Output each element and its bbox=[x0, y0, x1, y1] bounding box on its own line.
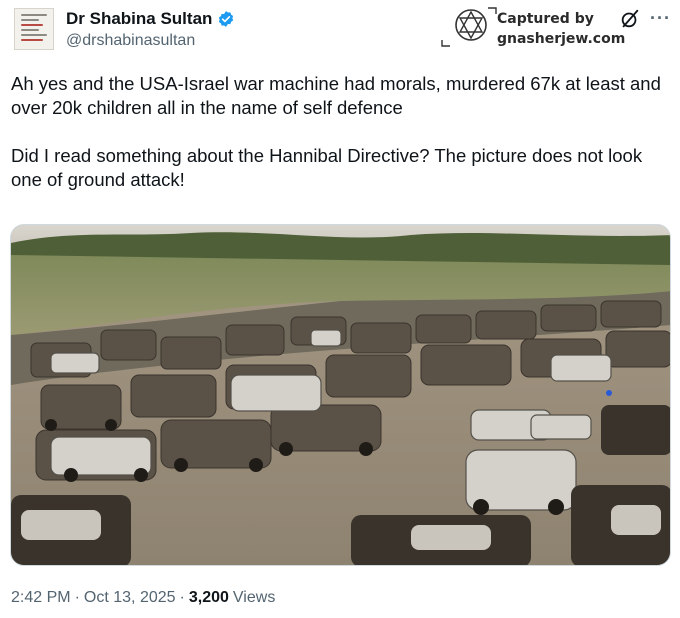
grok-icon[interactable] bbox=[619, 8, 641, 30]
author-handle[interactable]: @drshabinasultan bbox=[66, 32, 195, 50]
author-display-name[interactable]: Dr Shabina Sultan bbox=[66, 9, 212, 29]
watermark-line2: gnasherjew.com bbox=[497, 31, 626, 47]
more-options-icon[interactable]: ··· bbox=[650, 8, 671, 29]
tweet-time[interactable]: 2:42 PM bbox=[11, 589, 71, 607]
burned-cars-photo bbox=[11, 225, 670, 565]
tweet-media-photo[interactable] bbox=[10, 224, 671, 566]
avatar[interactable] bbox=[14, 8, 54, 50]
tweet-paragraph-2: Did I read something about the Hannibal … bbox=[11, 145, 643, 190]
watermark-logo-icon bbox=[441, 7, 497, 47]
views-label: Views bbox=[232, 589, 276, 606]
meta-separator: · bbox=[74, 589, 80, 606]
tweet-paragraph-1: Ah yes and the USA-Israel war machine ha… bbox=[11, 73, 661, 118]
tweet-text: Ah yes and the USA-Israel war machine ha… bbox=[11, 72, 671, 216]
tweet-date[interactable]: Oct 13, 2025 bbox=[84, 589, 176, 607]
author-name-row[interactable]: Dr Shabina Sultan bbox=[66, 9, 235, 29]
watermark-line1: Captured by bbox=[497, 11, 594, 27]
watermark-text: Captured by gnasherjew.com bbox=[497, 9, 625, 49]
views-count: 3,200 bbox=[188, 589, 229, 606]
meta-separator-2: · bbox=[179, 589, 185, 606]
tweet-meta: 2:42 PM · Oct 13, 2025 · 3,200 Views bbox=[11, 589, 275, 607]
verified-badge-icon bbox=[219, 11, 234, 27]
